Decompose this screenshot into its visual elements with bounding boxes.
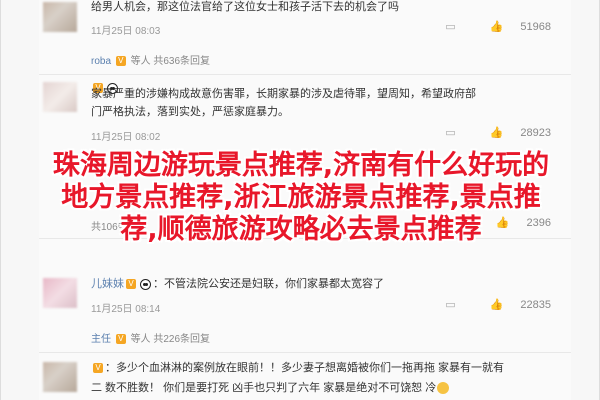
comment-body: ：多少个血淋淋的案例放在眼前！！多少妻子想离婚被你们一拖再拖 家暴有一就有 — [105, 362, 505, 374]
comment-button[interactable]: ▭ — [431, 127, 458, 139]
overlay-headline: 珠海周边游玩景点推荐,济南有什么好玩的 地方景点推荐,浙江旅游景点推荐,景点推 … — [1, 150, 600, 246]
reply-author[interactable]: roba — [91, 56, 111, 67]
overlay-line-3: 荐,顺德旅游攻略必去景点推荐 — [120, 214, 482, 245]
like-count: 22835 — [520, 299, 551, 311]
thumbs-up-icon: 👍 — [489, 299, 504, 311]
avatar[interactable] — [43, 82, 77, 112]
comment-text: 给男人机会，那这位法官给了这位女士和孩子活下去的机会了吗 — [91, 1, 399, 13]
like-count: 51968 — [520, 21, 551, 33]
verified-badge-icon: V — [93, 363, 103, 374]
comment-time: 11月25日 08:14 — [91, 304, 161, 315]
comment-text: 儿妹妹 V ：不管法院公安还是妇联，你们家暴都太宽容了 — [91, 276, 384, 292]
like-button[interactable]: 👍 22835 — [476, 299, 551, 311]
verified-badge-icon: V — [115, 56, 126, 67]
comment-time: 11月25日 08:02 — [91, 132, 161, 143]
comment-text: 家暴严重的涉嫌构成故意伤害罪，长期家暴的涉及虐待罪，望周知，希望政府部 — [91, 88, 476, 100]
comment-time: 11月25日 08:03 — [91, 26, 161, 37]
avatar[interactable] — [43, 278, 77, 308]
reply-count: 等人 共226条回复 — [130, 334, 211, 345]
comment-icon: ▭ — [445, 21, 456, 33]
thumbs-up-icon: 👍 — [489, 127, 504, 139]
emoji-icon — [437, 382, 450, 395]
avatar[interactable] — [43, 362, 77, 392]
verified-badge-icon: V — [115, 334, 126, 345]
reply-summary[interactable]: roba V 等人 共636条回复 — [91, 52, 210, 67]
reply-summary[interactable]: 主任 V 等人 共226条回复 — [91, 330, 210, 345]
comment-actions: ▭ 👍 28923 — [417, 126, 551, 139]
avatar[interactable] — [43, 2, 77, 32]
comment-text: V ：多少个血淋淋的案例放在眼前！！多少妻子想离婚被你们一拖再拖 家暴有一就有 — [91, 360, 504, 376]
screenshot-frame: 给男人机会，那这位法官给了这位女士和孩子活下去的机会了吗 11月25日 08:0… — [0, 0, 600, 400]
comment-text-continued: 二 数不胜数！ 你们是要打死 凶手也只判了六年 家暴是绝对不可饶恕 冷 — [91, 380, 450, 396]
reply-author[interactable]: 主任 — [91, 334, 111, 345]
divider — [39, 74, 571, 75]
thumbs-up-icon: 👍 — [489, 21, 504, 33]
like-button[interactable]: 👍 28923 — [476, 127, 551, 139]
comment-text-continued: 门严格执法，落到实处，严惩家庭暴力。 — [91, 106, 289, 118]
comment-button[interactable]: ▭ — [431, 21, 458, 33]
comment-icon: ▭ — [445, 299, 456, 311]
overlay-line-2: 地方景点推荐,浙江旅游景点推荐,景点推 — [61, 182, 541, 213]
comment-actions: ▭ 👍 22835 — [417, 298, 551, 311]
divider — [39, 352, 571, 353]
like-button[interactable]: 👍 51968 — [476, 21, 551, 33]
overlay-line-1: 珠海周边游玩景点推荐,济南有什么好玩的 — [52, 150, 550, 181]
comment-author[interactable]: 儿妹妹 — [91, 278, 124, 290]
verified-badge-icon: V — [126, 279, 136, 290]
comment-icon: ▭ — [445, 127, 456, 139]
comment-actions: ▭ 👍 51968 — [417, 20, 551, 33]
comment-body-2: 二 数不胜数！ 你们是要打死 凶手也只判了六年 家暴是绝对不可饶恕 冷 — [91, 382, 437, 394]
comment-button[interactable]: ▭ — [431, 299, 458, 311]
panda-emoji-icon — [140, 278, 151, 290]
reply-count: 等人 共636条回复 — [130, 56, 211, 67]
like-count: 28923 — [520, 127, 551, 139]
comment-body: ：不管法院公安还是妇联，你们家暴都太宽容了 — [153, 278, 384, 290]
